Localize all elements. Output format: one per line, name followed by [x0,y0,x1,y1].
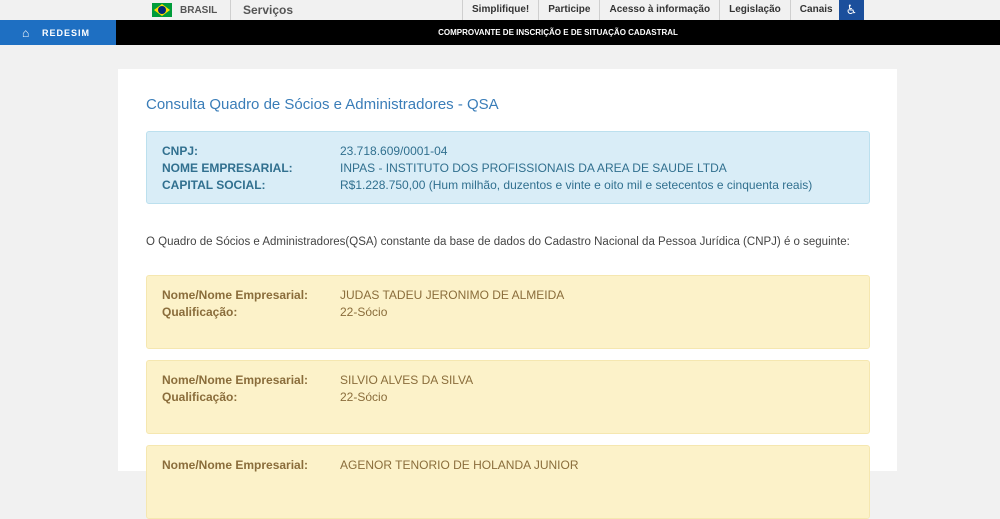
partner-role-label: Qualificação: [162,390,238,404]
partner-card: Nome/Nome Empresarial: JUDAS TADEU JERON… [146,275,870,349]
cnpj-value: 23.718.609/0001-04 [340,144,448,158]
gov-links: Simplifique! Participe Acesso à informaç… [462,0,842,20]
servicos-link[interactable]: Serviços [243,0,293,20]
partner-name-value: JUDAS TADEU JERONIMO DE ALMEIDA [340,288,565,302]
partner-card: Nome/Nome Empresarial: AGENOR TENORIO DE… [146,445,870,519]
company-name-label: NOME EMPRESARIAL: [162,161,293,175]
company-name-value: INPAS - INSTITUTO DOS PROFISSIONAIS DA A… [340,161,727,175]
partner-name-value: SILVIO ALVES DA SILVA [340,373,474,387]
partner-role-value: 22-Sócio [340,390,388,404]
link-legislacao[interactable]: Legislação [719,0,790,20]
partner-role-value: 22-Sócio [340,305,388,319]
link-canais[interactable]: Canais [789,0,842,20]
page-title: Consulta Quadro de Sócios e Administrado… [146,96,499,113]
link-acesso-informacao[interactable]: Acesso à informação [599,0,719,20]
partner-name-label: Nome/Nome Empresarial: [162,373,309,387]
redesim-logo[interactable]: ⌂ REDESIM [0,20,116,45]
page-header: ⌂ REDESIM COMPROVANTE DE INSCRIÇÃO E DE … [0,20,1000,45]
content-card: Consulta Quadro de Sócios e Administrado… [118,69,897,519]
link-participe[interactable]: Participe [538,0,599,20]
partner-name-label: Nome/Nome Empresarial: [162,458,309,472]
logo-text: REDESIM [42,27,91,38]
gov-top-bar: BRASIL Serviços Simplifique! Participe A… [0,0,1000,21]
link-simplifique[interactable]: Simplifique! [462,0,538,20]
capital-value: R$1.228.750,00 (Hum milhão, duzentos e v… [340,178,813,192]
brasil-label: BRASIL [180,4,218,16]
partner-card: Nome/Nome Empresarial: SILVIO ALVES DA S… [146,360,870,434]
qsa-intro-text: O Quadro de Sócios e Administradores(QSA… [146,236,850,248]
brazil-map-icon: ⌂ [22,25,30,40]
partner-name-value: AGENOR TENORIO DE HOLANDA JUNIOR [340,458,579,472]
brasil-link[interactable]: BRASIL [144,0,231,20]
header-title: COMPROVANTE DE INSCRIÇÃO E DE SITUAÇÃO C… [438,28,678,37]
cnpj-label: CNPJ: [162,144,199,158]
accessibility-icon[interactable]: ♿ [839,0,864,20]
partner-role-label: Qualificação: [162,305,238,319]
brazil-flag-icon [152,3,172,17]
capital-label: CAPITAL SOCIAL: [162,178,266,192]
partner-name-label: Nome/Nome Empresarial: [162,288,309,302]
company-info-box: CNPJ: 23.718.609/0001-04 NOME EMPRESARIA… [146,131,870,204]
